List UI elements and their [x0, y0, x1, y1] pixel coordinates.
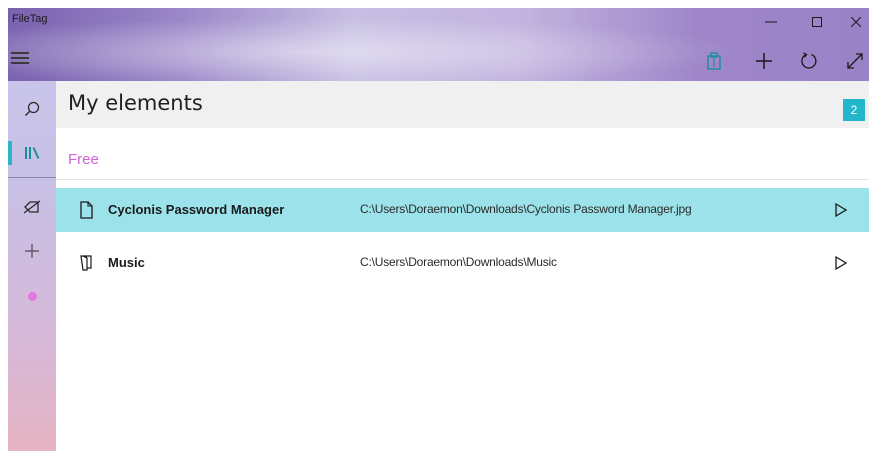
tag-dot-icon [27, 291, 37, 301]
app-title: FileTag [12, 13, 48, 25]
page-header: My elements 2 [56, 81, 869, 128]
app-window: FileTag My elements 2 Free Cyclonis Pass… [8, 8, 869, 451]
minimize-button[interactable] [748, 8, 794, 36]
close-button[interactable] [833, 8, 869, 36]
hamburger-line [11, 62, 29, 64]
tag-off-icon [23, 200, 41, 214]
group-label[interactable]: Free [68, 151, 99, 168]
expand-button[interactable] [839, 46, 869, 76]
clipboard-icon [707, 52, 721, 70]
item-path: C:\Users\Doraemon\Downloads\Music [360, 255, 557, 269]
sidebar-divider [8, 177, 56, 178]
hamburger-line [11, 52, 29, 54]
item-name: Cyclonis Password Manager [108, 202, 285, 217]
add-icon [25, 244, 39, 258]
item-name: Music [108, 255, 145, 270]
search-icon [25, 101, 40, 116]
list-item[interactable]: Music C:\Users\Doraemon\Downloads\Music [56, 241, 869, 285]
expand-icon [847, 53, 863, 69]
item-path: C:\Users\Doraemon\Downloads\Cyclonis Pas… [360, 202, 692, 216]
refresh-button[interactable] [793, 46, 825, 76]
hamburger-line [11, 57, 29, 59]
title-toolbar-band [8, 8, 869, 81]
page-title: My elements [68, 91, 203, 115]
add-button[interactable] [748, 46, 780, 76]
main-content: My elements 2 Free Cyclonis Password Man… [56, 81, 869, 451]
sidebar-item-add-tag[interactable] [8, 231, 56, 271]
sidebar-item-tag-color[interactable] [8, 276, 56, 316]
sidebar-item-untag[interactable] [8, 187, 56, 227]
sidebar-item-search[interactable] [8, 89, 56, 129]
minimize-icon [765, 21, 777, 23]
hamburger-menu-button[interactable] [11, 52, 29, 66]
list-item[interactable]: Cyclonis Password Manager C:\Users\Dorae… [56, 188, 869, 232]
refresh-icon [801, 52, 817, 69]
play-icon[interactable] [834, 202, 848, 218]
sidebar-item-library[interactable] [8, 133, 56, 173]
play-icon[interactable] [834, 255, 848, 271]
add-icon [756, 53, 772, 69]
file-icon [80, 201, 93, 219]
group-divider [56, 179, 869, 180]
sidebar [8, 81, 56, 451]
maximize-icon [812, 17, 822, 27]
folder-icon [80, 255, 92, 271]
clipboard-button[interactable] [698, 46, 730, 76]
close-icon [851, 17, 861, 27]
count-badge: 2 [843, 99, 865, 121]
library-icon [25, 147, 40, 159]
